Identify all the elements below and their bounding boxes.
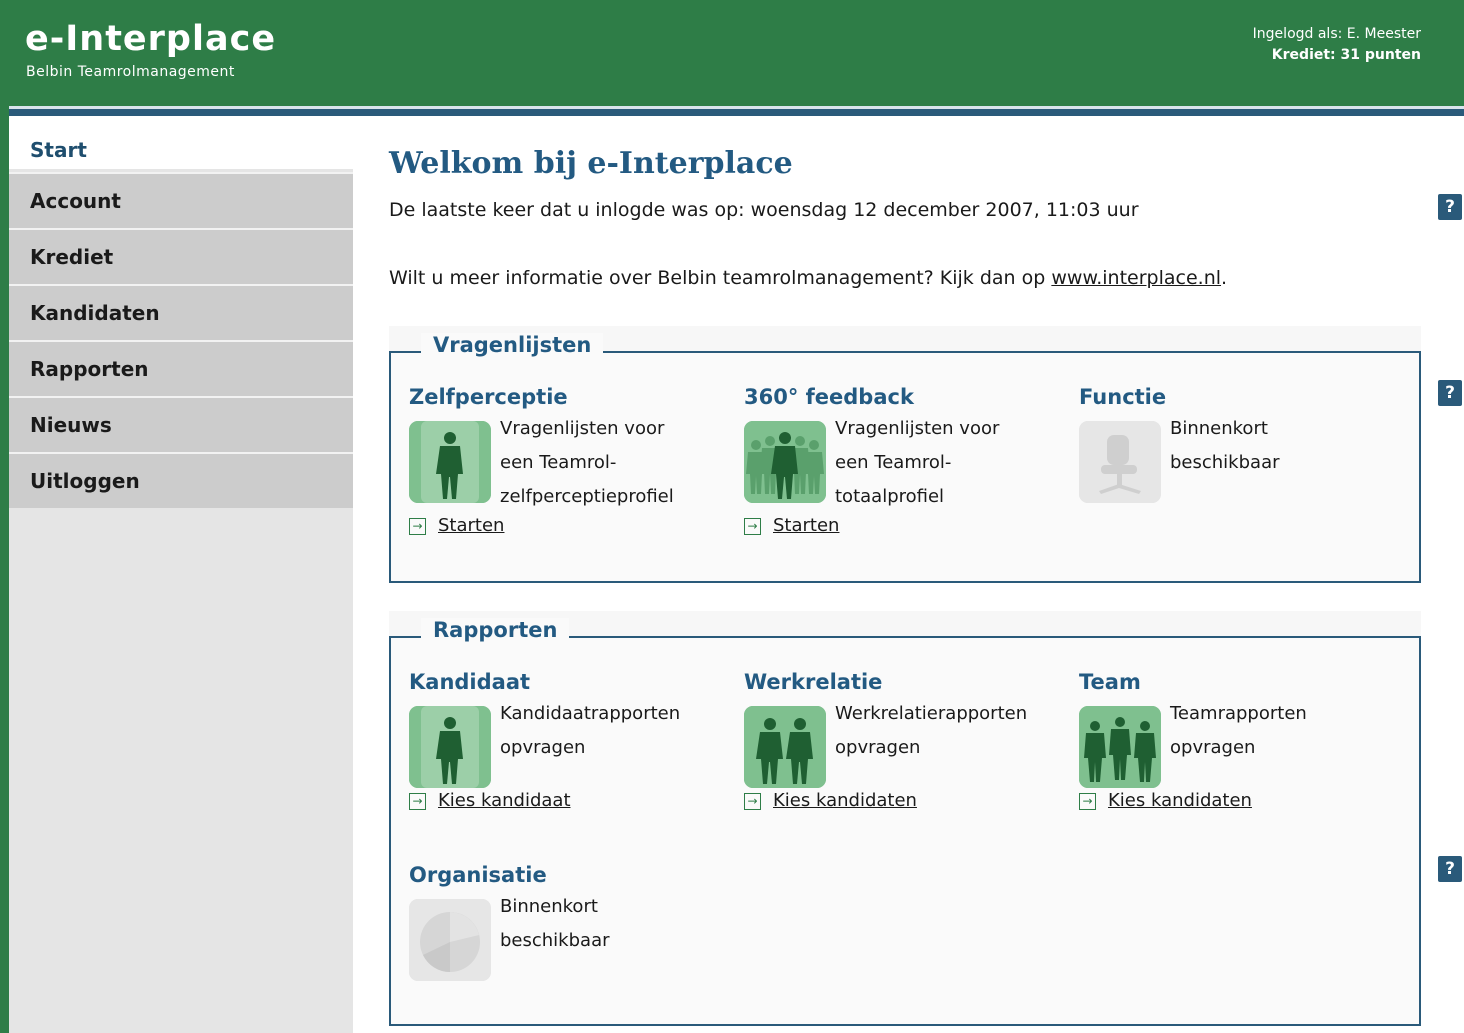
info-suffix: . [1221, 267, 1228, 289]
info-text: Wilt u meer informatie over Belbin teamr… [389, 267, 1227, 289]
item-description: Binnenkort beschikbaar [500, 896, 610, 951]
sidebar-item-account[interactable]: Account [9, 172, 353, 228]
team-people-icon [1079, 706, 1161, 788]
questionnaire-functie: Functie Binnenkort beschikbaar [1079, 385, 1399, 503]
questionnaire-360-feedback: 360° feedback Vragenlijsten voor een Tea… [744, 385, 1064, 536]
header-divider [9, 106, 1464, 116]
item-title: 360° feedback [744, 385, 914, 409]
panel-legend: Rapporten [421, 618, 570, 642]
sidebar-item-krediet[interactable]: Krediet [9, 228, 353, 284]
header-bar: e-Interplace Belbin Teamrolmanagement In… [9, 0, 1464, 106]
report-organisatie: Organisatie Binnenkort beschikbaar [409, 863, 729, 981]
questionnaire-zelfperceptie: Zelfperceptie Vragenlijsten voor een Tea… [409, 385, 729, 536]
app-tagline: Belbin Teamrolmanagement [26, 64, 235, 80]
item-title: Organisatie [409, 863, 547, 887]
logged-in-as: Ingelogd als: E. Meester [1252, 26, 1421, 42]
info-prefix: Wilt u meer informatie over Belbin teamr… [389, 267, 1052, 289]
sidebar-item-kandidaten[interactable]: Kandidaten [9, 284, 353, 340]
item-description: Werkrelatierapporten opvragen [835, 703, 1028, 758]
help-button[interactable]: ? [1438, 856, 1462, 882]
report-kandidaat: Kandidaat Kandidaatrapporten opvragen → K… [409, 670, 729, 811]
panel-legend: Vragenlijsten [421, 333, 604, 357]
choose-candidates-link[interactable]: → Kies kandidaten [1079, 790, 1252, 811]
arrow-right-icon: → [744, 793, 761, 810]
item-description: Teamrapporten opvragen [1170, 703, 1307, 758]
report-werkrelatie: Werkrelatie Werkrelatierapporten opvrage… [744, 670, 1064, 811]
item-title: Kandidaat [409, 670, 531, 694]
sidebar-item-rapporten[interactable]: Rapporten [9, 340, 353, 396]
pie-chart-icon [409, 899, 491, 981]
reports-panel: Rapporten Kandidaat Kandidaatrapporten o… [389, 618, 1421, 1026]
start-link[interactable]: → Starten [409, 515, 504, 536]
start-link[interactable]: → Starten [744, 515, 839, 536]
sidebar-item-uitloggen[interactable]: Uitloggen [9, 452, 353, 508]
item-title: Team [1079, 670, 1141, 694]
page-title: Welkom bij e-Interplace [389, 146, 793, 181]
help-button[interactable]: ? [1438, 194, 1462, 220]
item-description: Binnenkort beschikbaar [1170, 418, 1280, 473]
office-chair-icon [1079, 421, 1161, 503]
item-title: Zelfperceptie [409, 385, 568, 409]
help-button[interactable]: ? [1438, 380, 1462, 406]
arrow-right-icon: → [409, 518, 426, 535]
report-team: Team Teamrapporten opvragen → Kies kandid… [1079, 670, 1399, 811]
sidebar: Start Account Krediet Kandidaten Rapport… [9, 116, 353, 1033]
sidebar-item-nieuws[interactable]: Nieuws [9, 396, 353, 452]
choose-candidate-link[interactable]: → Kies kandidaat [409, 790, 571, 811]
arrow-right-icon: → [744, 518, 761, 535]
item-title: Werkrelatie [744, 670, 883, 694]
two-people-icon [744, 706, 826, 788]
sidebar-item-start[interactable]: Start [9, 116, 353, 172]
group-people-icon [744, 421, 826, 503]
item-title: Functie [1079, 385, 1167, 409]
last-login-text: De laatste keer dat u inlogde was op: wo… [389, 199, 1139, 221]
interplace-link[interactable]: www.interplace.nl [1051, 267, 1221, 289]
credit-balance: Krediet: 31 punten [1271, 47, 1421, 63]
item-description: Kandidaatrapporten opvragen [500, 703, 681, 758]
app-logo[interactable]: e-Interplace [25, 20, 276, 58]
arrow-right-icon: → [1079, 793, 1096, 810]
questionnaires-panel: Vragenlijsten Zelfperceptie Vragenlijste… [389, 333, 1421, 583]
item-description: Vragenlijsten voor een Teamrol- totaalpr… [835, 418, 1000, 507]
item-description: Vragenlijsten voor een Teamrol- zelfperc… [500, 418, 674, 507]
single-person-icon [409, 421, 491, 503]
single-person-icon [409, 706, 491, 788]
choose-candidates-link[interactable]: → Kies kandidaten [744, 790, 917, 811]
arrow-right-icon: → [409, 793, 426, 810]
user-info: Ingelogd als: E. Meester Krediet: 31 pun… [1253, 24, 1421, 66]
